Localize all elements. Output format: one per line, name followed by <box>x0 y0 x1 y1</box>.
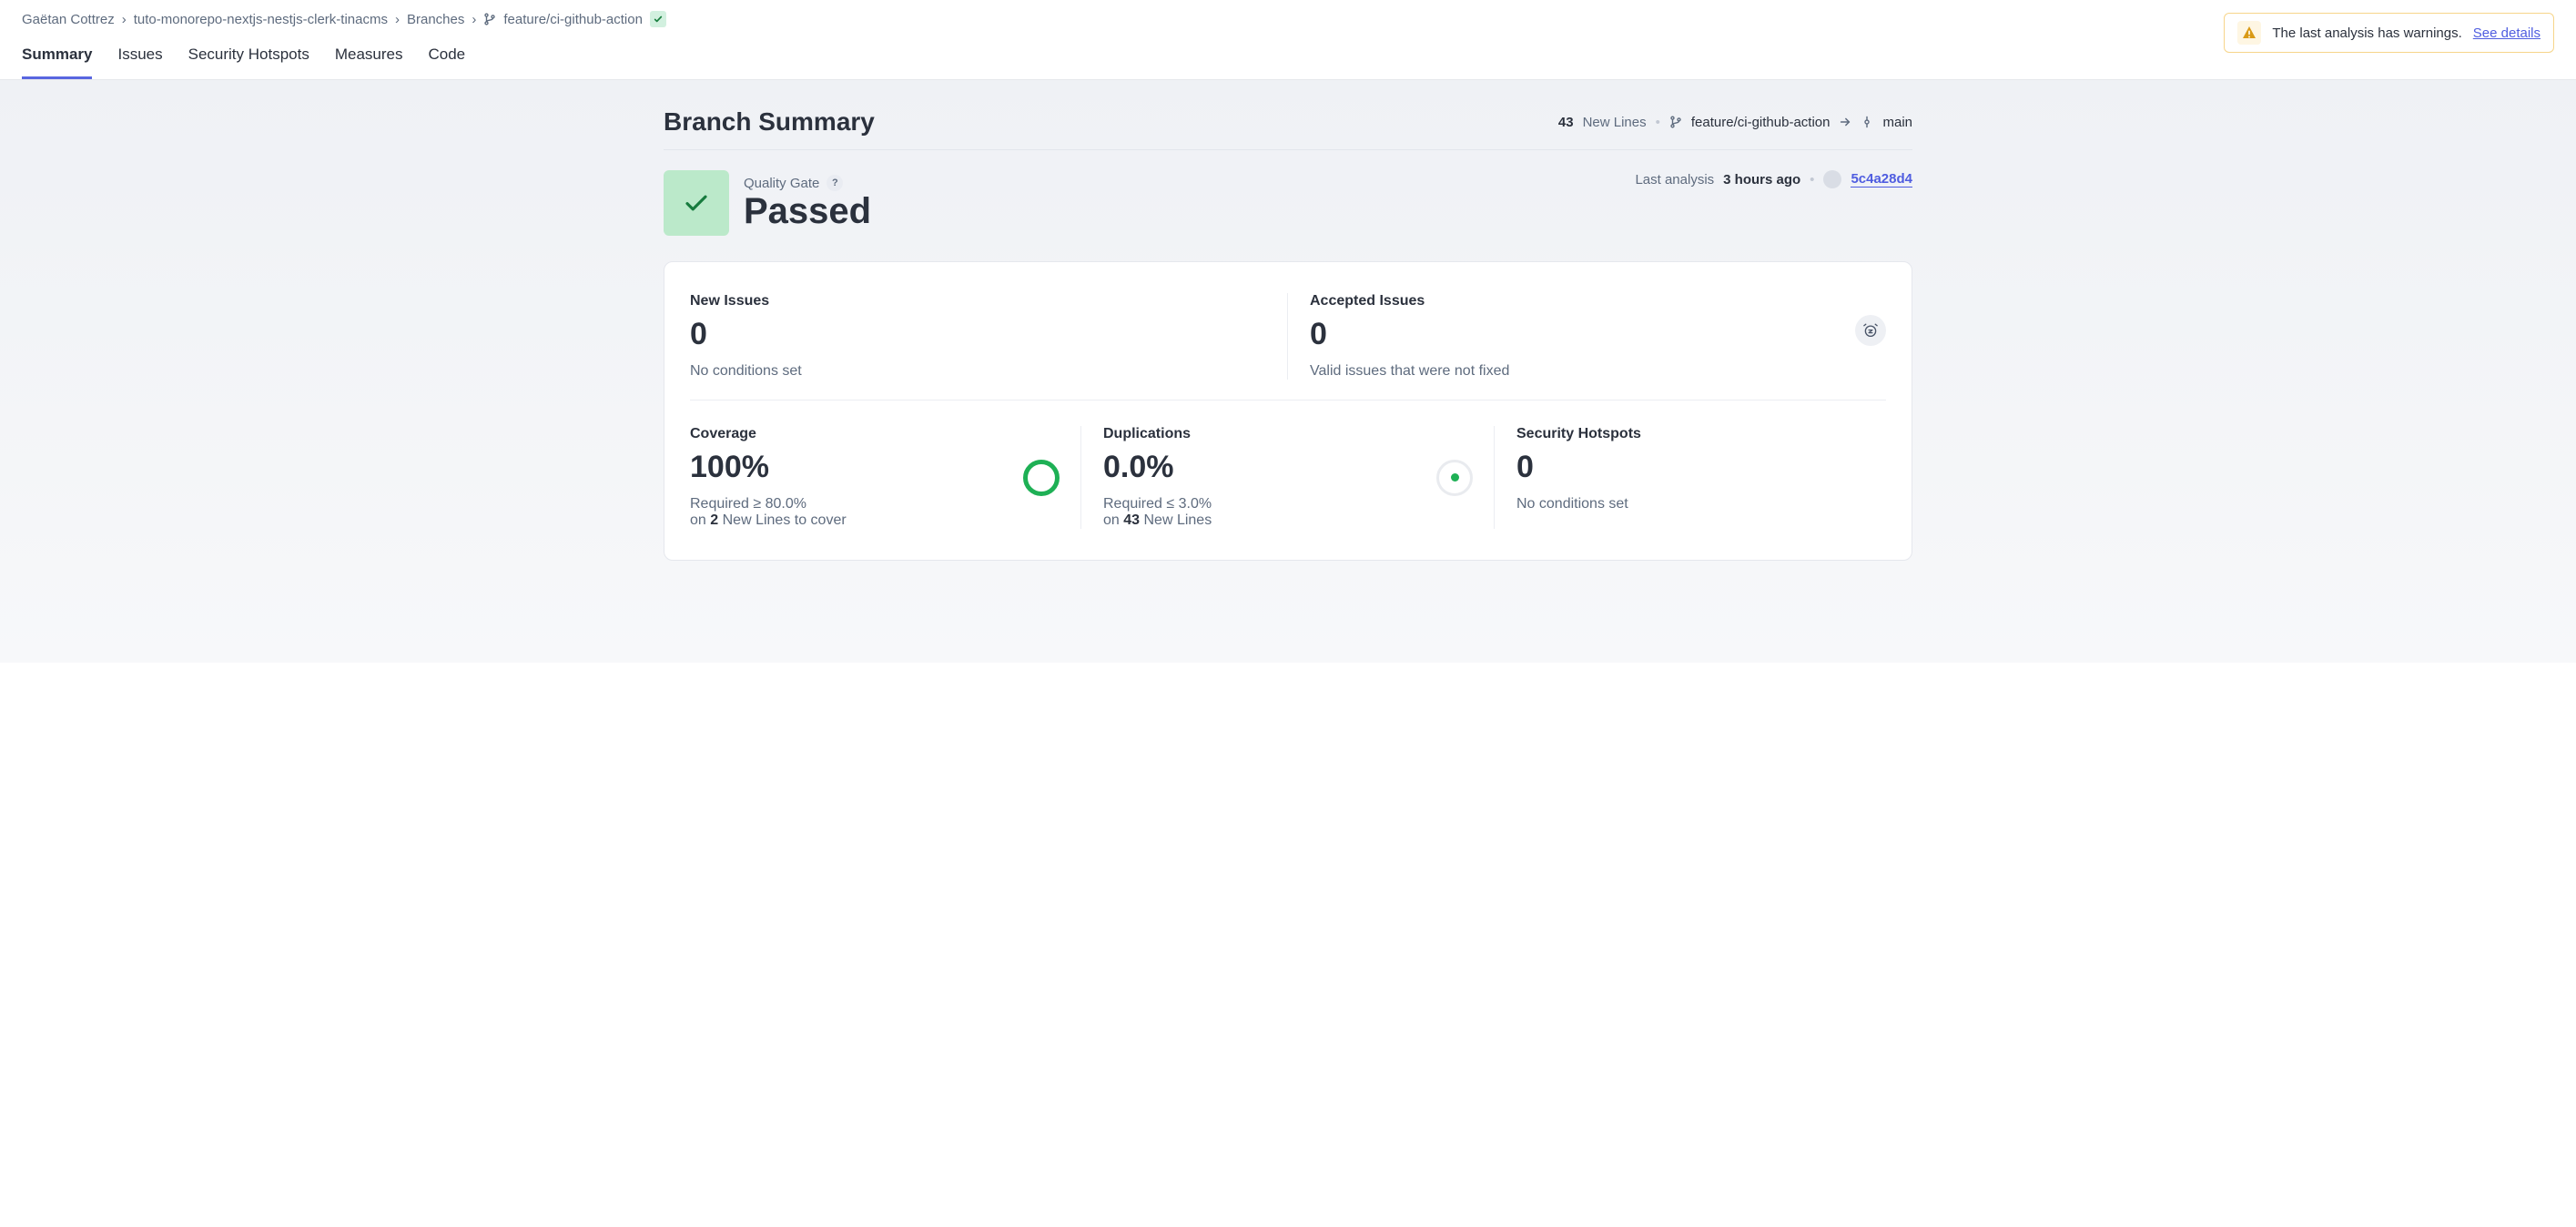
quality-gate-status: Passed <box>744 191 871 231</box>
breadcrumb-project[interactable]: tuto-monorepo-nextjs-nestjs-clerk-tinacm… <box>134 12 388 27</box>
tab-measures[interactable]: Measures <box>335 46 403 79</box>
new-lines-label: New Lines <box>1583 115 1647 130</box>
tab-code[interactable]: Code <box>429 46 466 79</box>
tab-issues[interactable]: Issues <box>117 46 162 79</box>
warning-details-link[interactable]: See details <box>2473 25 2541 41</box>
help-icon[interactable]: ? <box>827 175 843 191</box>
new-issues-label: New Issues <box>690 293 1266 309</box>
accepted-issues-value[interactable]: 0 <box>1310 317 1886 352</box>
tab-security-hotspots[interactable]: Security Hotspots <box>188 46 309 79</box>
security-hotspots-desc: No conditions set <box>1516 496 1641 512</box>
coverage-required: Required ≥ 80.0% <box>690 496 847 512</box>
breadcrumb-sep-icon: › <box>395 12 400 27</box>
last-analysis-label: Last analysis <box>1635 172 1714 188</box>
new-lines-count: 43 <box>1558 115 1574 130</box>
quality-gate-label: Quality Gate <box>744 176 819 191</box>
security-hotspots-label: Security Hotspots <box>1516 426 1641 442</box>
quality-gate-passed-icon <box>664 170 729 236</box>
coverage-value[interactable]: 100% <box>690 450 847 485</box>
tabs: Summary Issues Security Hotspots Measure… <box>22 46 2554 79</box>
new-issues-desc: No conditions set <box>690 363 1266 380</box>
breadcrumb-sep-icon: › <box>472 12 476 27</box>
snooze-icon[interactable] <box>1855 315 1886 346</box>
breadcrumb-branches[interactable]: Branches <box>407 12 464 27</box>
title-meta: 43 New Lines • feature/ci-github-action … <box>1558 115 1912 130</box>
new-issues-value[interactable]: 0 <box>690 317 1266 352</box>
coverage-label: Coverage <box>690 426 847 442</box>
tab-summary[interactable]: Summary <box>22 46 92 79</box>
warning-icon <box>2237 21 2261 45</box>
security-hotspots-value[interactable]: 0 <box>1516 450 1641 485</box>
duplications-value[interactable]: 0.0% <box>1103 450 1212 485</box>
coverage-donut-icon <box>1023 460 1060 496</box>
metrics-card: New Issues 0 No conditions set Accepted … <box>664 261 1912 561</box>
avatar <box>1823 170 1841 188</box>
duplications-label: Duplications <box>1103 426 1212 442</box>
accepted-issues-desc: Valid issues that were not fixed <box>1310 363 1886 380</box>
last-analysis-time: 3 hours ago <box>1723 172 1800 188</box>
breadcrumb-sep-icon: › <box>122 12 127 27</box>
git-branch-icon <box>1669 116 1682 128</box>
breadcrumb-owner[interactable]: Gaëtan Cottrez <box>22 12 115 27</box>
breadcrumb: Gaëtan Cottrez › tuto-monorepo-nextjs-ne… <box>22 11 2554 27</box>
target-branch: main <box>1882 115 1912 130</box>
arrow-right-icon <box>1839 116 1851 128</box>
source-branch: feature/ci-github-action <box>1691 115 1831 130</box>
warning-banner: The last analysis has warnings. See deta… <box>2224 13 2554 53</box>
commit-link[interactable]: 5c4a28d4 <box>1851 171 1912 188</box>
duplications-donut-icon <box>1436 460 1473 496</box>
warning-text: The last analysis has warnings. <box>2272 25 2461 41</box>
page-title: Branch Summary <box>664 107 875 137</box>
duplications-on: on 43 New Lines <box>1103 512 1212 529</box>
git-commit-icon <box>1861 116 1873 128</box>
coverage-on: on 2 New Lines to cover <box>690 512 847 529</box>
breadcrumb-branch[interactable]: feature/ci-github-action <box>503 12 643 27</box>
accepted-issues-label: Accepted Issues <box>1310 293 1886 309</box>
status-passed-icon <box>650 11 666 27</box>
duplications-required: Required ≤ 3.0% <box>1103 496 1212 512</box>
git-branch-icon <box>483 13 496 25</box>
